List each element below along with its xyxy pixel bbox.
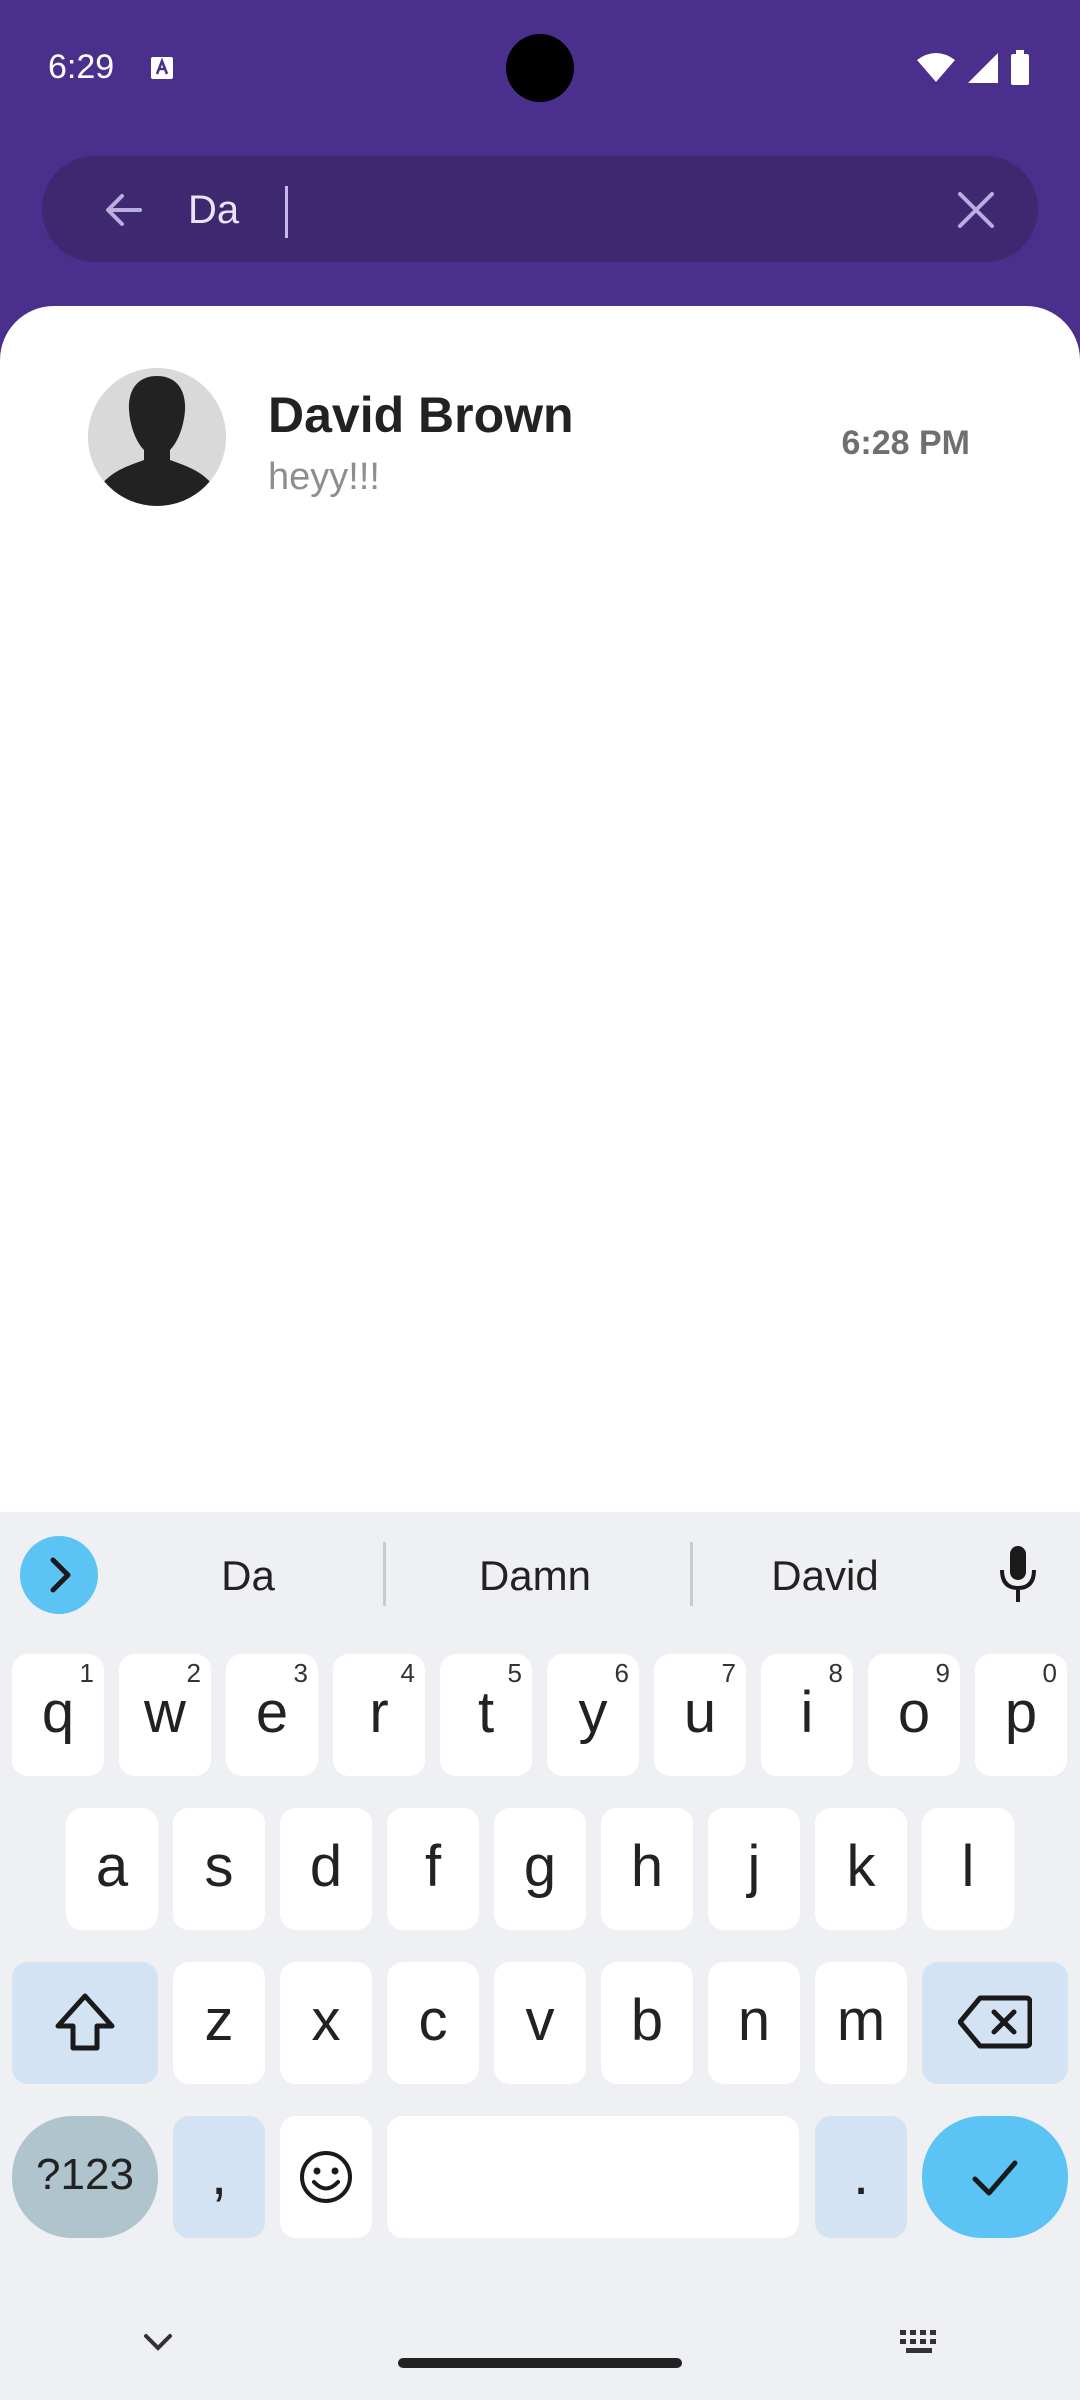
key-hint: 2 bbox=[186, 1658, 201, 1688]
microphone-icon[interactable] bbox=[994, 1542, 1042, 1606]
divider bbox=[690, 1542, 693, 1606]
key-u[interactable]: u7 bbox=[654, 1654, 746, 1776]
key-hint: 6 bbox=[614, 1658, 629, 1688]
status-time: 6:29 bbox=[48, 48, 115, 86]
chevron-right-icon bbox=[50, 1557, 71, 1593]
key-g[interactable]: g bbox=[494, 1808, 586, 1930]
clear-search-icon[interactable] bbox=[954, 188, 998, 232]
key-p[interactable]: p0 bbox=[975, 1654, 1067, 1776]
shift-key[interactable] bbox=[12, 1962, 158, 2084]
key-l[interactable]: l bbox=[922, 1808, 1014, 1930]
key-label: r bbox=[369, 1680, 389, 1745]
space-key[interactable] bbox=[387, 2116, 799, 2238]
key-label: i bbox=[800, 1680, 814, 1745]
key-hint: 9 bbox=[935, 1658, 950, 1688]
person-silhouette-icon bbox=[88, 368, 226, 506]
search-bar bbox=[42, 156, 1038, 262]
key-hint: 8 bbox=[828, 1658, 843, 1688]
keyboard-switch-icon[interactable] bbox=[898, 2328, 942, 2356]
key-q[interactable]: q1 bbox=[12, 1654, 104, 1776]
key-b[interactable]: b bbox=[601, 1962, 693, 2084]
key-hint: 1 bbox=[79, 1658, 94, 1688]
status-bar: 6:29 bbox=[0, 0, 1080, 140]
key-hint: 3 bbox=[293, 1658, 308, 1688]
key-a[interactable]: a bbox=[66, 1808, 158, 1930]
back-arrow-icon[interactable] bbox=[100, 186, 148, 234]
status-icons bbox=[916, 50, 1030, 86]
suggestion-1[interactable]: Da bbox=[148, 1552, 348, 1600]
period-key[interactable]: . bbox=[815, 2116, 907, 2238]
key-label: o bbox=[897, 1680, 931, 1745]
home-indicator[interactable] bbox=[398, 2358, 682, 2368]
key-v[interactable]: v bbox=[494, 1962, 586, 2084]
enter-key[interactable] bbox=[922, 2116, 1068, 2238]
backspace-icon bbox=[957, 1995, 1033, 2049]
emoji-key[interactable] bbox=[280, 2116, 372, 2238]
camera-cutout bbox=[506, 34, 574, 102]
key-r[interactable]: r4 bbox=[333, 1654, 425, 1776]
wifi-icon bbox=[917, 53, 955, 82]
suggestion-strip: Da Damn David bbox=[0, 1512, 1080, 1636]
shift-arrow-icon bbox=[55, 1993, 115, 2051]
key-hint: 4 bbox=[400, 1658, 415, 1688]
key-label: q bbox=[41, 1680, 75, 1745]
key-y[interactable]: y6 bbox=[547, 1654, 639, 1776]
key-label: t bbox=[477, 1680, 495, 1745]
contact-name: David Brown bbox=[268, 387, 574, 443]
battery-icon bbox=[1011, 50, 1029, 85]
key-s[interactable]: s bbox=[173, 1808, 265, 1930]
message-preview: heyy!!! bbox=[268, 456, 380, 498]
key-t[interactable]: t5 bbox=[440, 1654, 532, 1776]
divider bbox=[383, 1542, 386, 1606]
key-label: u bbox=[683, 1680, 717, 1745]
keyboard-notification-icon bbox=[151, 57, 173, 79]
keyboard: Da Damn David q1 w2 e3 r4 t5 y6 u7 i8 o9… bbox=[0, 1512, 1080, 2400]
key-label: p bbox=[1004, 1680, 1038, 1745]
key-h[interactable]: h bbox=[601, 1808, 693, 1930]
key-hint: 7 bbox=[721, 1658, 736, 1688]
emoji-icon bbox=[300, 2151, 352, 2203]
search-input[interactable] bbox=[188, 170, 948, 250]
key-hint: 0 bbox=[1042, 1658, 1057, 1688]
expand-toolbar-button[interactable] bbox=[20, 1536, 98, 1614]
avatar bbox=[88, 368, 226, 506]
keyboard-nav-row bbox=[0, 2302, 1080, 2400]
symbols-key[interactable]: ?123 bbox=[12, 2116, 158, 2238]
key-label: y bbox=[578, 1680, 608, 1745]
suggestion-2[interactable]: Damn bbox=[430, 1552, 640, 1600]
key-e[interactable]: e3 bbox=[226, 1654, 318, 1776]
signal-icon bbox=[968, 53, 998, 83]
key-label: e bbox=[255, 1680, 289, 1745]
key-f[interactable]: f bbox=[387, 1808, 479, 1930]
suggestion-3[interactable]: David bbox=[725, 1552, 925, 1600]
checkmark-icon bbox=[972, 2160, 1018, 2196]
hide-keyboard-icon[interactable] bbox=[140, 2330, 176, 2354]
key-m[interactable]: m bbox=[815, 1962, 907, 2084]
text-caret bbox=[285, 186, 288, 238]
key-x[interactable]: x bbox=[280, 1962, 372, 2084]
key-z[interactable]: z bbox=[173, 1962, 265, 2084]
key-n[interactable]: n bbox=[708, 1962, 800, 2084]
key-d[interactable]: d bbox=[280, 1808, 372, 1930]
key-label: w bbox=[144, 1680, 186, 1745]
chat-result-item[interactable]: David Brown heyy!!! 6:28 PM bbox=[0, 306, 1080, 606]
message-time: 6:28 PM bbox=[841, 424, 971, 462]
comma-key[interactable]: , bbox=[173, 2116, 265, 2238]
key-o[interactable]: o9 bbox=[868, 1654, 960, 1776]
key-k[interactable]: k bbox=[815, 1808, 907, 1930]
key-j[interactable]: j bbox=[708, 1808, 800, 1930]
results-sheet: David Brown heyy!!! 6:28 PM bbox=[0, 306, 1080, 1518]
key-w[interactable]: w2 bbox=[119, 1654, 211, 1776]
backspace-key[interactable] bbox=[922, 1962, 1068, 2084]
key-c[interactable]: c bbox=[387, 1962, 479, 2084]
key-i[interactable]: i8 bbox=[761, 1654, 853, 1776]
key-hint: 5 bbox=[507, 1658, 522, 1688]
